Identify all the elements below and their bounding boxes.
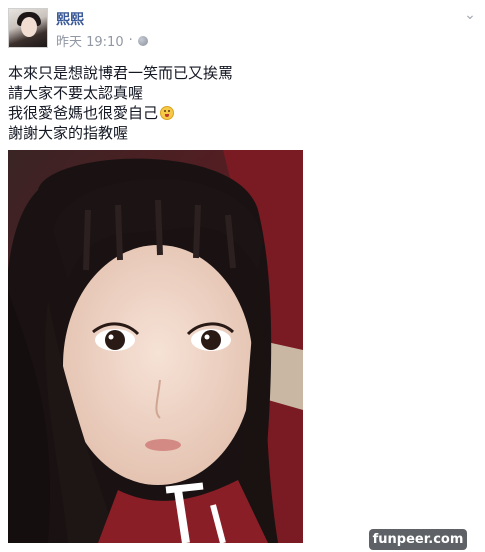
- globe-icon[interactable]: [137, 35, 148, 46]
- post-line: 請大家不要太認真喔: [8, 84, 144, 102]
- author-name[interactable]: 熙熙: [56, 9, 84, 29]
- post-line-text: 我很愛爸媽也很愛自己: [8, 104, 159, 122]
- avatar[interactable]: [8, 8, 48, 48]
- facebook-post: 熙熙 昨天 19:10 · ⌄ 本來只是想說博君一笑而已又挨罵 請大家不要太認真…: [0, 0, 485, 552]
- post-line: 謝謝大家的指教喔: [8, 124, 129, 142]
- post-meta: 昨天 19:10 ·: [56, 31, 148, 50]
- separator-dot: ·: [128, 33, 133, 48]
- post-text: 本來只是想說博君一笑而已又挨罵 請大家不要太認真喔 我很愛爸媽也很愛自己 謝謝大…: [8, 63, 468, 143]
- post-line: 我很愛爸媽也很愛自己: [8, 103, 468, 123]
- post-timestamp[interactable]: 昨天 19:10: [56, 31, 124, 50]
- post-photo[interactable]: [8, 150, 303, 543]
- smiling-emoji-icon: [160, 106, 175, 120]
- avatar-face: [21, 17, 37, 37]
- chevron-down-icon[interactable]: ⌄: [463, 8, 477, 22]
- watermark: funpeer.com: [369, 529, 467, 550]
- post-line: 本來只是想說博君一笑而已又挨罵: [8, 64, 234, 82]
- selfie-photo: [8, 150, 303, 543]
